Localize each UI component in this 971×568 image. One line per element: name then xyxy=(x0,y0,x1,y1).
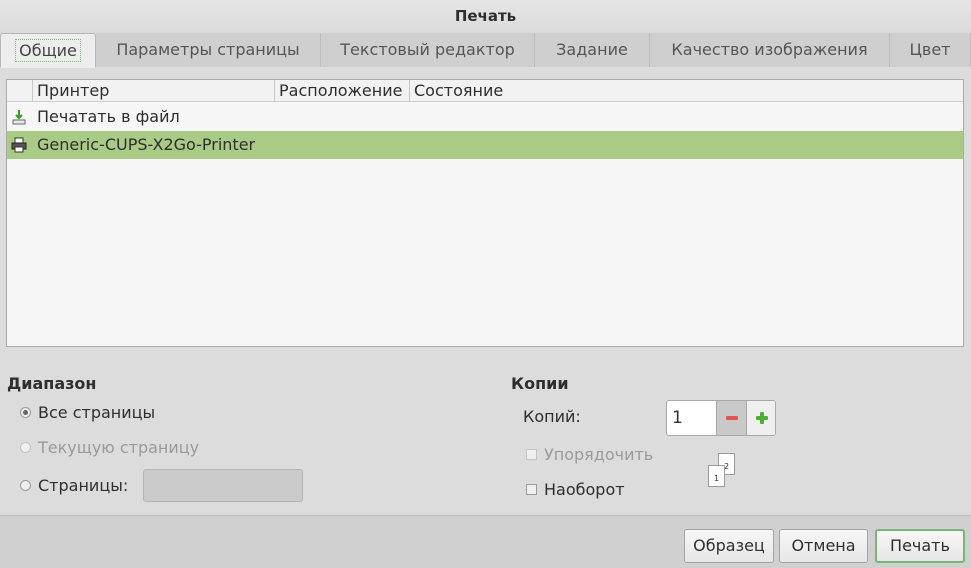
tab-text-editor[interactable]: Текстовый редактор xyxy=(321,33,535,67)
copies-section-title: Копии xyxy=(511,374,569,393)
printer-icon xyxy=(11,137,27,153)
collate-preview-icon: 2 1 xyxy=(706,453,736,489)
radio-pages-label: Страницы: xyxy=(38,476,129,495)
tab-image-quality[interactable]: Качество изображения xyxy=(650,33,890,67)
cancel-button[interactable]: Отмена xyxy=(779,529,868,563)
collate-label: Упорядочить xyxy=(544,445,654,464)
radio-button[interactable] xyxy=(20,480,31,491)
print-to-file-icon xyxy=(12,110,26,125)
reverse-label: Наоборот xyxy=(544,480,625,499)
radio-all-pages-label: Все страницы xyxy=(38,403,156,422)
copies-value[interactable]: 1 xyxy=(672,401,683,435)
minus-icon xyxy=(726,416,738,420)
reverse-checkbox[interactable] xyxy=(526,484,537,495)
column-header-status[interactable]: Состояние xyxy=(409,80,709,102)
page-sheet-1: 1 xyxy=(708,465,725,487)
collate-checkbox[interactable] xyxy=(526,449,537,460)
preview-button[interactable]: Образец xyxy=(684,529,774,563)
plus-icon xyxy=(756,412,768,424)
copies-label: Копий: xyxy=(523,407,581,426)
decrement-button[interactable] xyxy=(716,401,746,435)
column-header-location[interactable]: Расположение xyxy=(274,80,410,102)
column-header-printer[interactable]: Принтер xyxy=(32,80,280,102)
printer-list[interactable]: Принтер Расположение Состояние Печатать … xyxy=(6,79,964,347)
printer-name: Печатать в файл xyxy=(37,107,180,126)
printer-list-header: Принтер Расположение Состояние xyxy=(7,80,963,102)
tab-page-setup[interactable]: Параметры страницы xyxy=(96,33,321,67)
tab-general[interactable]: Общие xyxy=(0,33,96,68)
tab-general-label: Общие xyxy=(15,39,81,62)
printer-row-generic-cups[interactable]: Generic-CUPS-X2Go-Printer xyxy=(7,131,963,159)
window-title: Печать xyxy=(0,0,971,33)
radio-button-checked[interactable] xyxy=(20,407,31,418)
printer-name: Generic-CUPS-X2Go-Printer xyxy=(37,135,256,154)
tab-bar: Общие Параметры страницы Текстовый редак… xyxy=(0,33,971,68)
pages-range-input[interactable] xyxy=(143,469,303,502)
print-button[interactable]: Печать xyxy=(875,529,965,563)
range-section-title: Диапазон xyxy=(7,374,97,393)
radio-current-page-label: Текущую страницу xyxy=(38,438,200,457)
tab-job[interactable]: Задание xyxy=(535,33,650,67)
radio-button[interactable] xyxy=(20,442,31,453)
copies-spin-button[interactable]: 1 xyxy=(666,400,776,436)
printer-row-print-to-file[interactable]: Печатать в файл xyxy=(7,103,963,131)
increment-button[interactable] xyxy=(746,401,775,435)
tab-color[interactable]: Цвет xyxy=(890,33,971,67)
